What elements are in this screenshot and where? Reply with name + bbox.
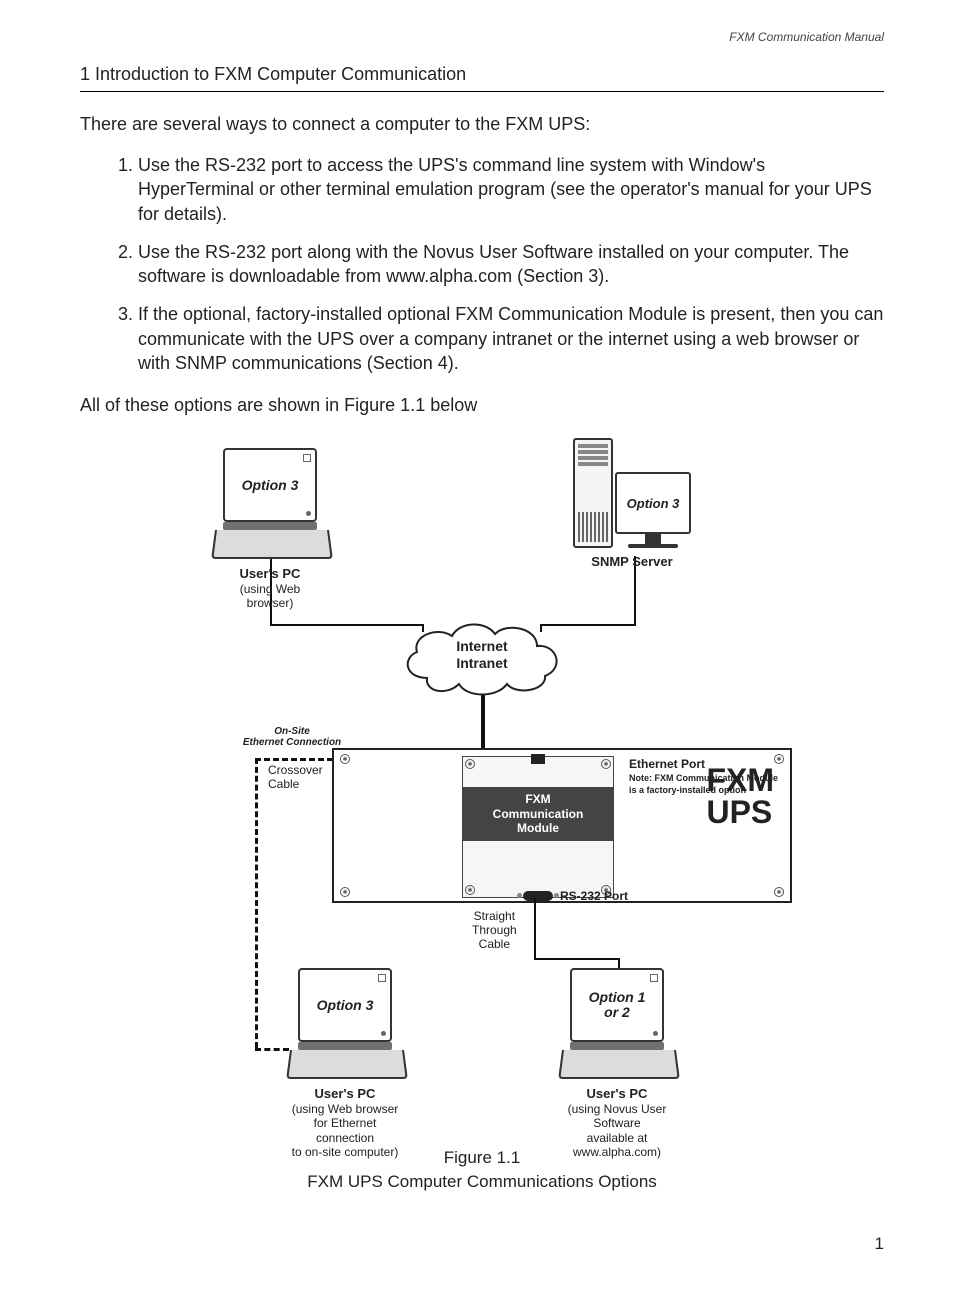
laptop-subtitle: (using Web browser) [240, 582, 300, 610]
server-screen-label: Option 3 [615, 472, 691, 534]
laptop-title: User's PC [587, 1086, 648, 1101]
server-title: SNMP Server [567, 554, 697, 569]
figure-diagram: Option 3 User's PC (using Web browser) [162, 438, 802, 1128]
document-header: FXM Communication Manual [80, 30, 884, 44]
dashed-line [255, 758, 333, 761]
laptop-screen-label: Option 3 [242, 478, 299, 493]
laptop-title: User's PC [240, 566, 301, 581]
laptop-title: User's PC [315, 1086, 376, 1101]
laptop-subtitle: (using Novus User Software available at … [568, 1102, 667, 1159]
figure-caption: Figure 1.1 FXM UPS Computer Communicatio… [80, 1146, 884, 1194]
straight-cable-label: Straight Through Cable [472, 910, 517, 951]
ethernet-port-label: Ethernet Port [629, 757, 705, 771]
cloud-label-line2: Intranet [456, 655, 507, 671]
laptop-screen-label: Option 1 or 2 [589, 990, 646, 1021]
laptop-subtitle: (using Web browser for Ethernet connecti… [292, 1102, 399, 1159]
figure-caption-line2: FXM UPS Computer Communications Options [307, 1172, 657, 1191]
crossover-cable-label: Crossover Cable [268, 764, 323, 790]
page: FXM Communication Manual 1 Introduction … [0, 0, 954, 1294]
options-list: Use the RS-232 port to access the UPS's … [80, 153, 884, 375]
dashed-line [255, 758, 258, 1048]
dashed-line [255, 1048, 289, 1051]
rs232-port-label: RS-232 Port [560, 889, 628, 903]
comm-module-label: FXM Communication Module [463, 787, 613, 840]
list-item: Use the RS-232 port to access the UPS's … [138, 153, 884, 226]
figure-wrapper: Option 3 User's PC (using Web browser) [80, 438, 884, 1128]
server-icon: Option 3 SNMP Server [567, 438, 697, 569]
line [481, 694, 485, 750]
comm-module: ✱ ✱ ✱ ✱ FXM Communication Module [462, 756, 614, 898]
cloud-label-line1: Internet [456, 638, 507, 654]
onsite-ethernet-label: On-Site Ethernet Connection [237, 726, 347, 748]
ups-title: FXM UPS [706, 764, 774, 828]
section-title: 1 Introduction to FXM Computer Communica… [80, 64, 884, 92]
line [534, 958, 620, 960]
closing-paragraph: All of these options are shown in Figure… [80, 395, 884, 416]
laptop-icon: Option 3 User's PC (using Web browser fo… [290, 968, 400, 1159]
line [534, 898, 536, 960]
ethernet-port-icon [531, 754, 545, 764]
rs232-port-icon [523, 891, 553, 901]
page-number: 1 [80, 1234, 884, 1254]
intro-paragraph: There are several ways to connect a comp… [80, 114, 884, 135]
ups-box: ✱ ✱ ✱ ✱ ✱ ✱ ✱ ✱ FXM Communication Module… [332, 748, 792, 903]
laptop-icon: Option 1 or 2 User's PC (using Novus Use… [562, 968, 672, 1159]
list-item: If the optional, factory-installed optio… [138, 302, 884, 375]
laptop-screen-label: Option 3 [317, 998, 374, 1013]
laptop-icon: Option 3 User's PC (using Web browser) [215, 448, 325, 610]
list-item: Use the RS-232 port along with the Novus… [138, 240, 884, 289]
figure-caption-line1: Figure 1.1 [444, 1148, 521, 1167]
cloud-icon: Internet Intranet [397, 618, 567, 696]
